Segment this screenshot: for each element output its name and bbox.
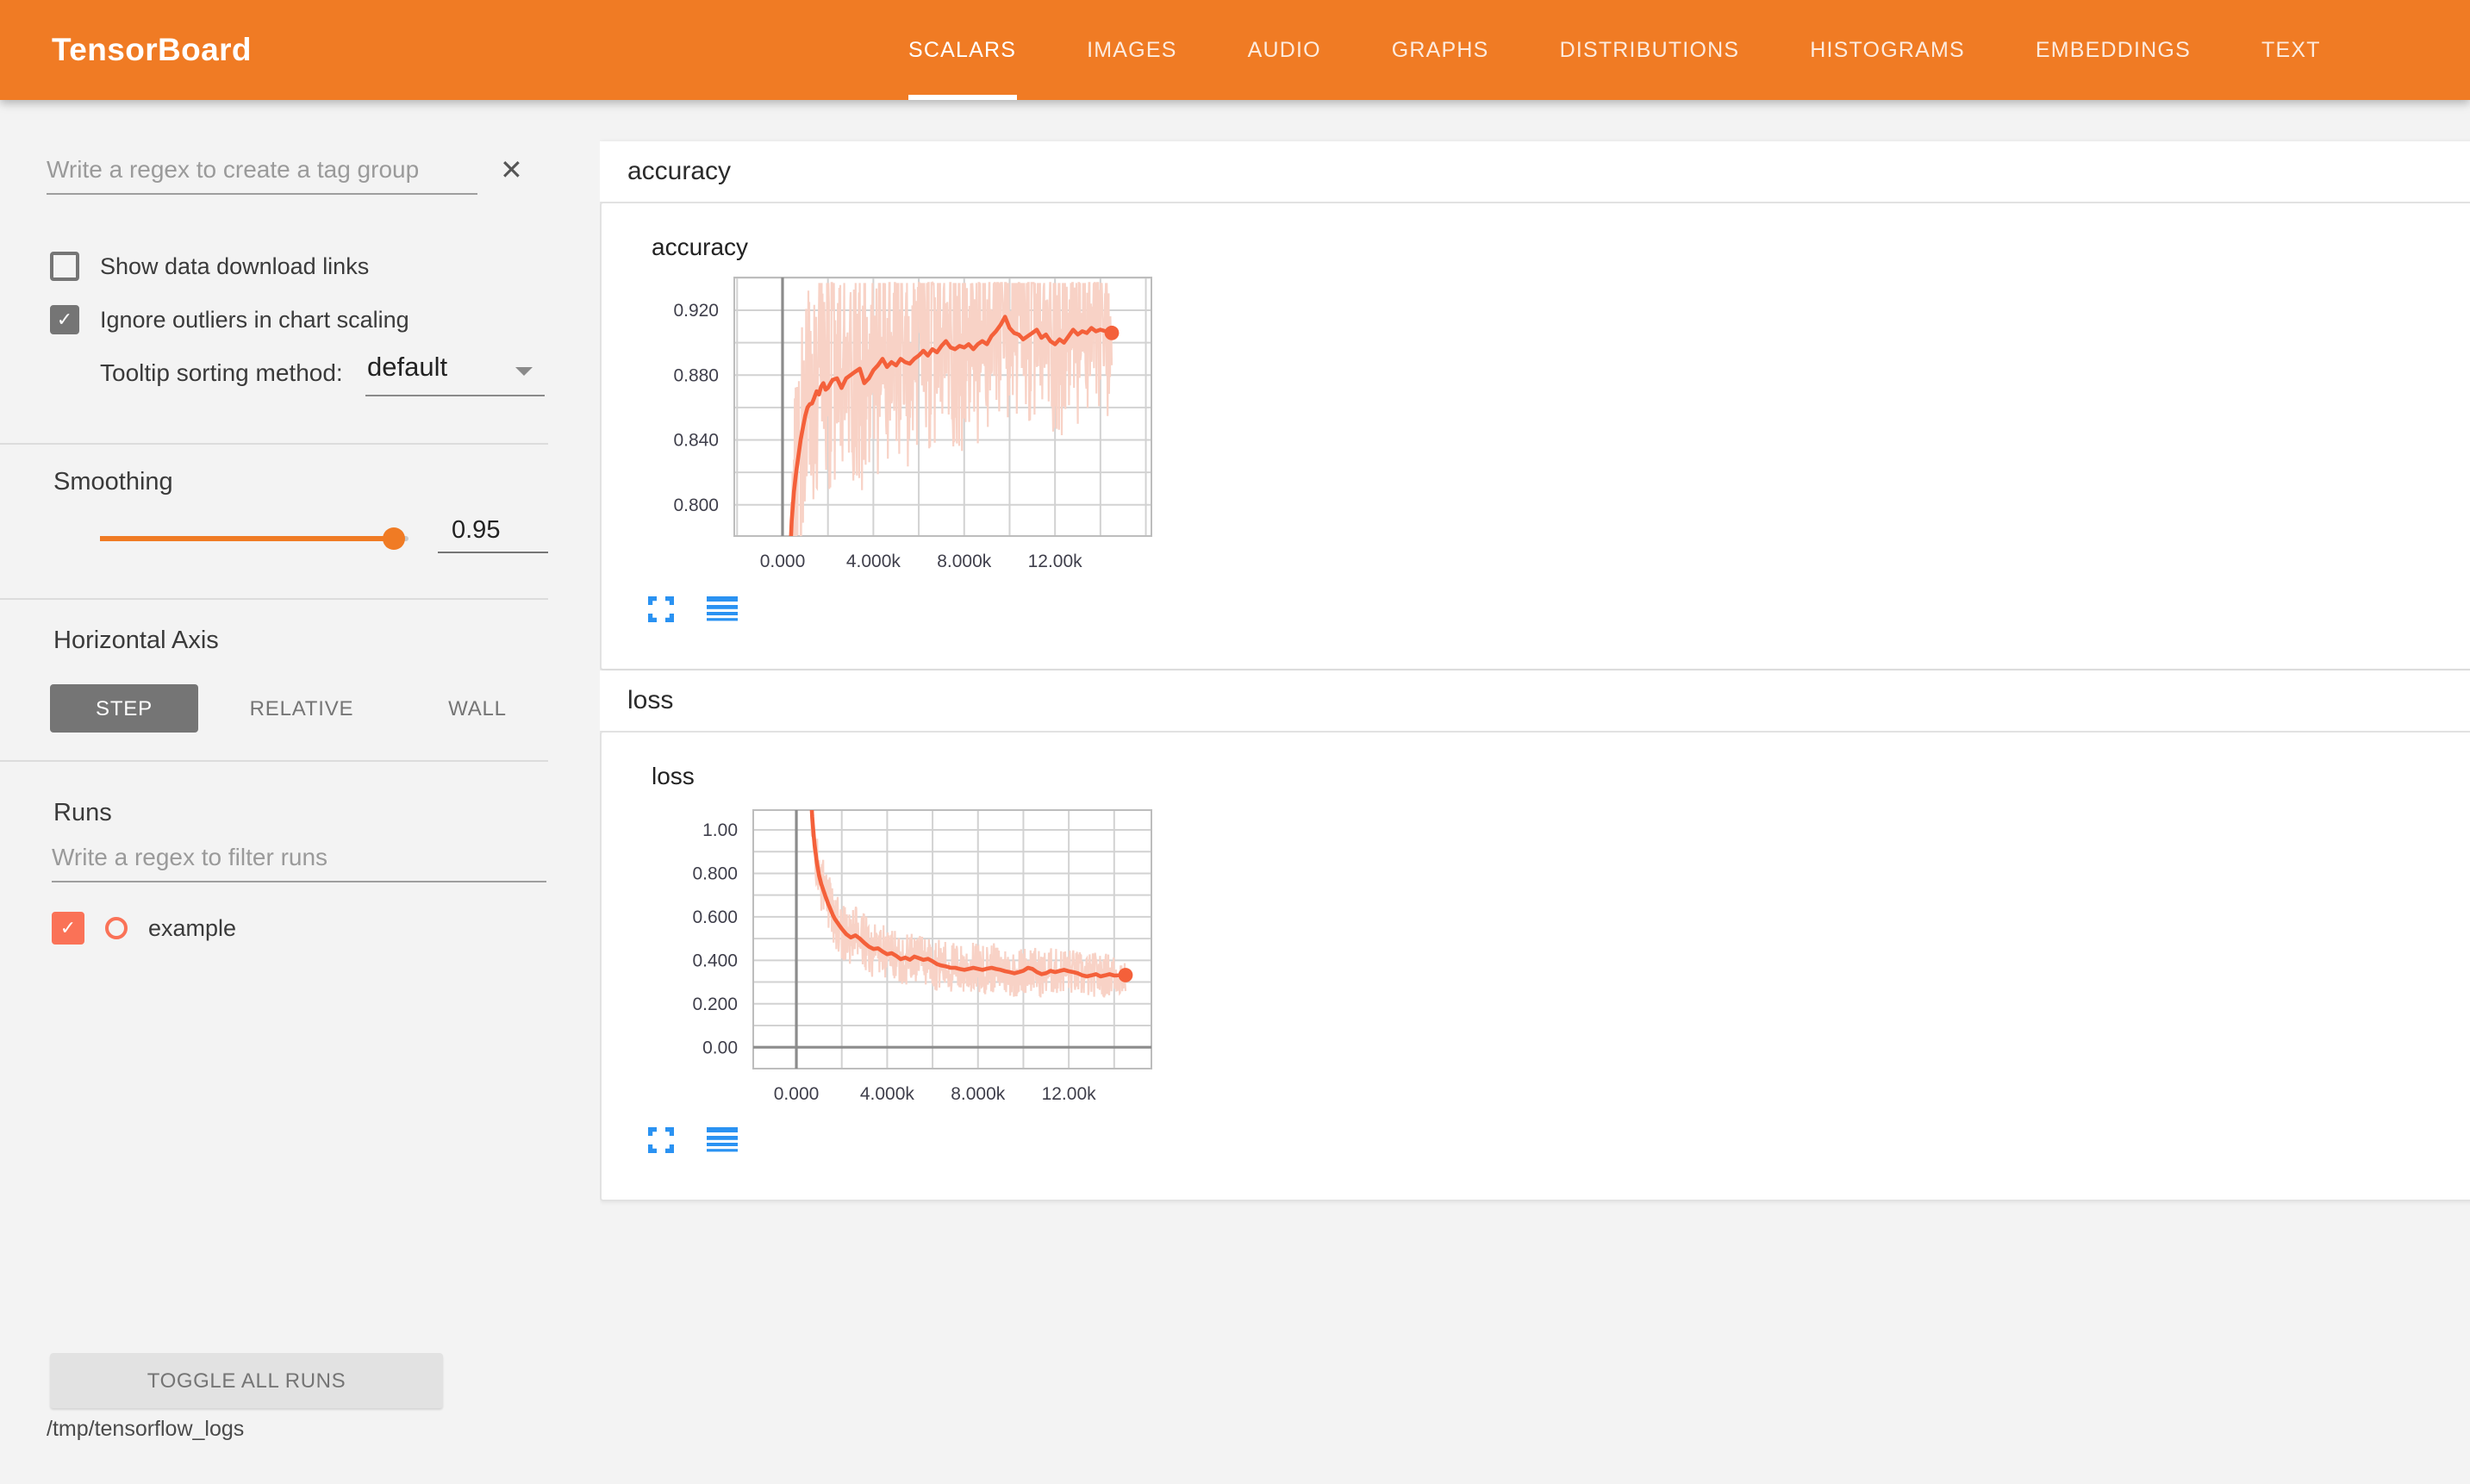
divider — [0, 760, 548, 762]
svg-text:4.000k: 4.000k — [846, 552, 901, 571]
option-row: ✓ Ignore outliers in chart scaling — [50, 305, 409, 334]
divider — [0, 598, 548, 600]
run-row: ✓ example — [52, 912, 236, 945]
app-title: TensorBoard — [52, 0, 252, 100]
svg-text:1.00: 1.00 — [702, 820, 738, 840]
checkbox-label: Ignore outliers in chart scaling — [100, 307, 409, 333]
svg-text:0.880: 0.880 — [673, 365, 719, 385]
nav-tabs: SCALARS IMAGES AUDIO GRAPHS DISTRIBUTIONS HIS… — [908, 0, 2321, 100]
axis-button-relative[interactable]: RELATIVE — [215, 684, 388, 733]
checkbox[interactable] — [50, 252, 79, 281]
tooltip-sort-label: Tooltip sorting method: — [100, 359, 343, 386]
svg-text:4.000k: 4.000k — [860, 1084, 915, 1104]
section-header-accuracy[interactable]: accuracy — [600, 141, 2470, 202]
app-header: TensorBoard SCALARS IMAGES AUDIO GRAPHS DIST… — [0, 0, 2470, 100]
svg-text:12.00k: 12.00k — [1028, 552, 1083, 571]
tooltip-sort-select[interactable]: default — [367, 353, 447, 384]
slider-thumb[interactable] — [383, 527, 405, 549]
chart-card-loss: loss 0.00 0.200 0.400 0.600 0.800 1.00 0.000 4.0… — [600, 731, 2470, 1201]
chart-icon-row — [648, 596, 738, 622]
svg-text:0.800: 0.800 — [692, 864, 738, 884]
tab-graphs[interactable]: GRAPHS — [1392, 0, 1489, 100]
chart-options: Show data download links ✓ Ignore outliers… — [50, 252, 409, 334]
run-checkbox[interactable]: ✓ — [52, 912, 84, 945]
expand-icon[interactable] — [648, 1127, 674, 1153]
tab-images[interactable]: IMAGES — [1087, 0, 1176, 100]
chart-icon-row — [648, 1127, 738, 1153]
svg-text:12.00k: 12.00k — [1042, 1084, 1097, 1104]
tab-text[interactable]: TEXT — [2261, 0, 2321, 100]
smoothing-slider[interactable] — [100, 536, 409, 540]
sidebar: ✕ Show data download links ✓ Ignore outlie… — [0, 100, 600, 1484]
run-label: example — [148, 915, 236, 941]
log-directory-path: /tmp/tensorflow_logs — [47, 1417, 244, 1441]
smoothing-value-input[interactable] — [438, 514, 548, 553]
loss-chart[interactable]: 0.00 0.200 0.400 0.600 0.800 1.00 0.000 4.000k 8… — [652, 801, 1169, 1119]
svg-text:0.400: 0.400 — [692, 951, 738, 971]
svg-text:8.000k: 8.000k — [951, 1084, 1006, 1104]
smoothing-label: Smoothing — [53, 469, 173, 496]
svg-text:0.600: 0.600 — [692, 907, 738, 927]
axis-button-step[interactable]: STEP — [50, 684, 198, 733]
tab-embeddings[interactable]: EMBEDDINGS — [2036, 0, 2191, 100]
toggle-all-runs-button[interactable]: TOGGLE ALL RUNS — [50, 1353, 443, 1408]
divider — [0, 443, 548, 445]
svg-text:0.000: 0.000 — [760, 552, 806, 571]
svg-text:0.800: 0.800 — [673, 496, 719, 515]
chevron-down-icon[interactable] — [515, 367, 533, 376]
svg-text:0.200: 0.200 — [692, 995, 738, 1014]
tab-distributions[interactable]: DISTRIBUTIONS — [1560, 0, 1740, 100]
lines-icon[interactable] — [707, 596, 738, 622]
slider-fill — [100, 536, 393, 540]
chart-title: accuracy — [652, 233, 748, 260]
option-row: Show data download links — [50, 252, 409, 281]
tab-histograms[interactable]: HISTOGRAMS — [1810, 0, 1965, 100]
main-panel: accuracy accuracy 0.800 0.840 0.880 0.920 0.00… — [600, 100, 2470, 1484]
dropdown-underline — [365, 395, 545, 396]
checkbox-label: Show data download links — [100, 253, 369, 279]
svg-text:8.000k: 8.000k — [937, 552, 992, 571]
run-color-swatch-icon — [105, 917, 128, 939]
tab-scalars[interactable]: SCALARS — [908, 0, 1016, 100]
chart-title: loss — [652, 762, 695, 789]
svg-text:0.840: 0.840 — [673, 431, 719, 451]
section-title: accuracy — [627, 141, 731, 202]
run-list: ✓ example — [52, 912, 236, 945]
chart-card-accuracy: accuracy 0.800 0.840 0.880 0.920 0.000 4.000k 8… — [600, 202, 2470, 670]
svg-text:0.000: 0.000 — [774, 1084, 820, 1104]
accuracy-chart[interactable]: 0.800 0.840 0.880 0.920 0.000 4.000k 8.000k 12.… — [652, 269, 1169, 586]
runs-label: Runs — [53, 800, 112, 827]
checkbox[interactable]: ✓ — [50, 305, 79, 334]
section-header-loss[interactable]: loss — [600, 670, 2470, 731]
section-title: loss — [627, 670, 673, 731]
lines-icon[interactable] — [707, 1127, 738, 1153]
svg-text:0.920: 0.920 — [673, 301, 719, 321]
close-x-icon[interactable]: ✕ — [500, 159, 523, 186]
run-filter-input[interactable] — [52, 843, 546, 882]
tensorboard-app: TensorBoard SCALARS IMAGES AUDIO GRAPHS DIST… — [0, 0, 2470, 1484]
expand-icon[interactable] — [648, 596, 674, 622]
horizontal-axis-label: Horizontal Axis — [53, 627, 219, 655]
tab-audio[interactable]: AUDIO — [1248, 0, 1321, 100]
svg-text:0.00: 0.00 — [702, 1038, 738, 1057]
axis-button-wall[interactable]: WALL — [405, 684, 550, 733]
tag-filter-input[interactable] — [47, 155, 477, 195]
horizontal-axis-buttons: STEP RELATIVE WALL — [50, 684, 550, 733]
